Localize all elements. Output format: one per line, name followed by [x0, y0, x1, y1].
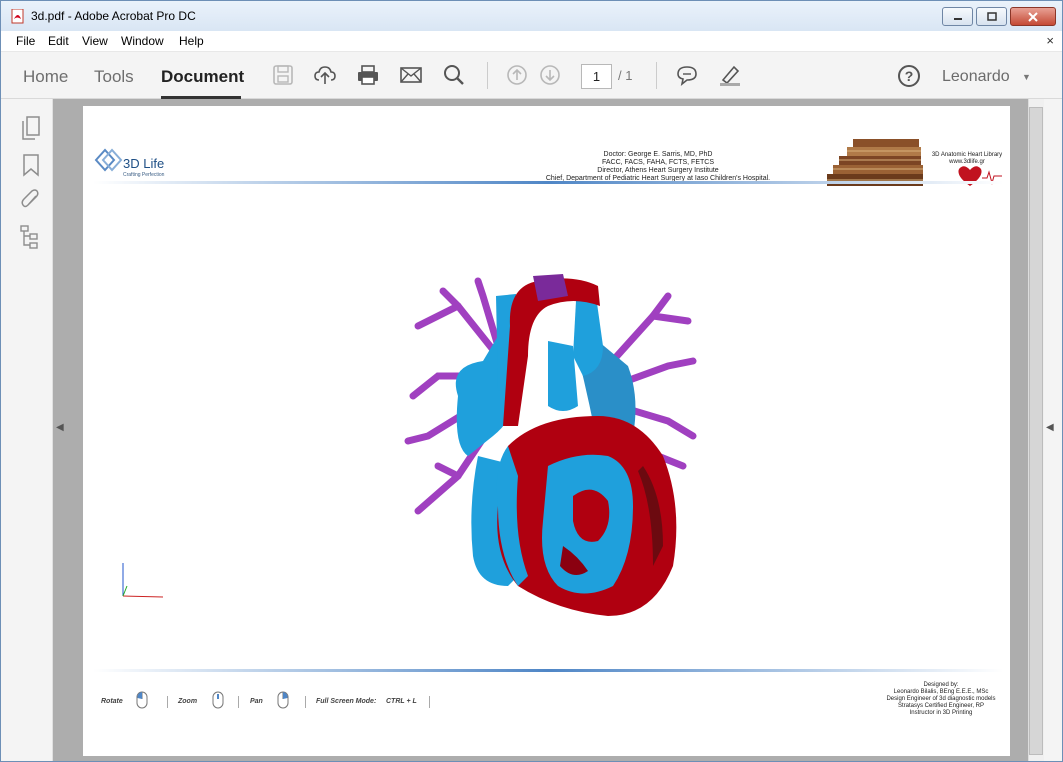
doctor-credentials: Doctor: George E. Sarris, MD, PhD FACC, … [483, 151, 833, 183]
maximize-button[interactable] [976, 7, 1007, 26]
footer-separator [429, 696, 430, 708]
comment-icon[interactable] [676, 64, 698, 86]
minimize-button[interactable] [942, 7, 973, 26]
tab-document[interactable]: Document [161, 67, 244, 87]
pan-label: Pan [250, 698, 263, 705]
close-icon [1028, 11, 1038, 22]
zoom-label: Zoom [178, 698, 198, 705]
footer-separator [238, 696, 239, 708]
footer-separator [305, 696, 306, 708]
mouse-wheel-icon [212, 691, 224, 709]
header-line: FACC, FACS, FAHA, FCTS, FETCS [601, 159, 714, 166]
expand-right-pane-icon[interactable]: ◀ [1046, 422, 1054, 433]
tab-tools[interactable]: Tools [94, 67, 134, 87]
previous-page-icon[interactable] [506, 64, 528, 86]
pdf-file-icon [11, 9, 24, 24]
scrollbar-thumb[interactable] [1029, 107, 1043, 755]
mouse-left-icon [136, 691, 148, 709]
header-divider [93, 181, 1003, 184]
logo-title: 3D Life [123, 156, 165, 171]
document-close-button[interactable]: × [1046, 33, 1054, 48]
menu-view[interactable]: View [82, 34, 108, 48]
toolbar-separator [487, 62, 488, 89]
main-toolbar: Home Tools Document 1 / 1 ? Leonardo ▼ [1, 52, 1062, 99]
search-icon[interactable] [443, 64, 465, 86]
attachment-icon[interactable] [20, 189, 42, 213]
designer-credits: Designed by: Leonardo Bilalis, BEng E.E.… [841, 682, 1041, 717]
menu-bar: File Edit View Window Help × [1, 31, 1062, 52]
menu-edit[interactable]: Edit [48, 34, 69, 48]
minimize-icon [953, 17, 962, 20]
mouse-right-icon [277, 691, 289, 709]
menu-file[interactable]: File [16, 34, 35, 48]
cloud-upload-icon[interactable] [314, 64, 336, 86]
menu-help[interactable]: Help [179, 34, 204, 48]
collapse-left-pane-icon[interactable]: ◀ [56, 422, 64, 433]
fullscreen-label: Full Screen Mode: [316, 698, 377, 705]
document-viewer[interactable]: 3D Life Crafting Perfection Doctor: Geor… [53, 99, 1028, 761]
books-image [827, 139, 923, 186]
pulmonary-trunk [573, 296, 603, 376]
designer-line: Leonardo Bilalis, BEng E.E.E., MSc [893, 689, 989, 695]
user-account-name[interactable]: Leonardo [942, 68, 1010, 86]
title-bar: 3d.pdf - Adobe Acrobat Pro DC [1, 1, 1062, 31]
window-controls [942, 7, 1056, 26]
designer-line: Instructor in 3D Printing [909, 710, 973, 716]
page-number-input[interactable]: 1 [581, 64, 612, 89]
bookmark-icon[interactable] [20, 153, 42, 177]
library-title: 3D Anatomic Heart Library [931, 152, 1003, 158]
highlight-icon[interactable] [719, 64, 741, 86]
email-icon[interactable] [400, 64, 422, 86]
3d-heart-model[interactable] [398, 266, 698, 616]
maximize-icon [986, 11, 997, 21]
pdf-page[interactable]: 3D Life Crafting Perfection Doctor: Geor… [83, 106, 1010, 756]
footer-divider [93, 669, 1003, 672]
designer-line: Stratasys Certified Engineer, RP [897, 703, 985, 709]
window-title: 3d.pdf - Adobe Acrobat Pro DC [31, 9, 196, 23]
menu-window[interactable]: Window [121, 34, 164, 48]
header-line: Doctor: George E. Sarris, MD, PhD [603, 151, 713, 158]
tab-home[interactable]: Home [23, 67, 68, 87]
navigation-pane [1, 99, 53, 761]
footer-separator [167, 696, 168, 708]
close-button[interactable] [1010, 7, 1056, 26]
designer-line: Designed by: [923, 682, 959, 688]
save-icon[interactable] [272, 64, 294, 86]
toolbar-separator [656, 62, 657, 89]
next-page-icon[interactable] [539, 64, 561, 86]
designer-line: Design Engineer of 3d diagnostic models [886, 696, 996, 702]
acrobat-window: 3d.pdf - Adobe Acrobat Pro DC File Edit … [0, 0, 1063, 762]
pages-icon[interactable] [20, 116, 42, 140]
page-total: / 1 [618, 68, 633, 83]
chevron-down-icon[interactable]: ▼ [1022, 72, 1031, 82]
layers-icon[interactable] [20, 225, 42, 249]
3dlife-logo-icon [94, 148, 123, 172]
fullscreen-shortcut: CTRL + L [386, 698, 417, 705]
header-line: Director, Athens Heart Surgery Institute [597, 167, 719, 174]
logo-subtitle: Crafting Perfection [123, 172, 165, 178]
rotate-label: Rotate [101, 698, 123, 705]
help-icon[interactable]: ? [898, 65, 920, 87]
print-icon[interactable] [357, 64, 379, 86]
axis-triad [122, 563, 164, 598]
